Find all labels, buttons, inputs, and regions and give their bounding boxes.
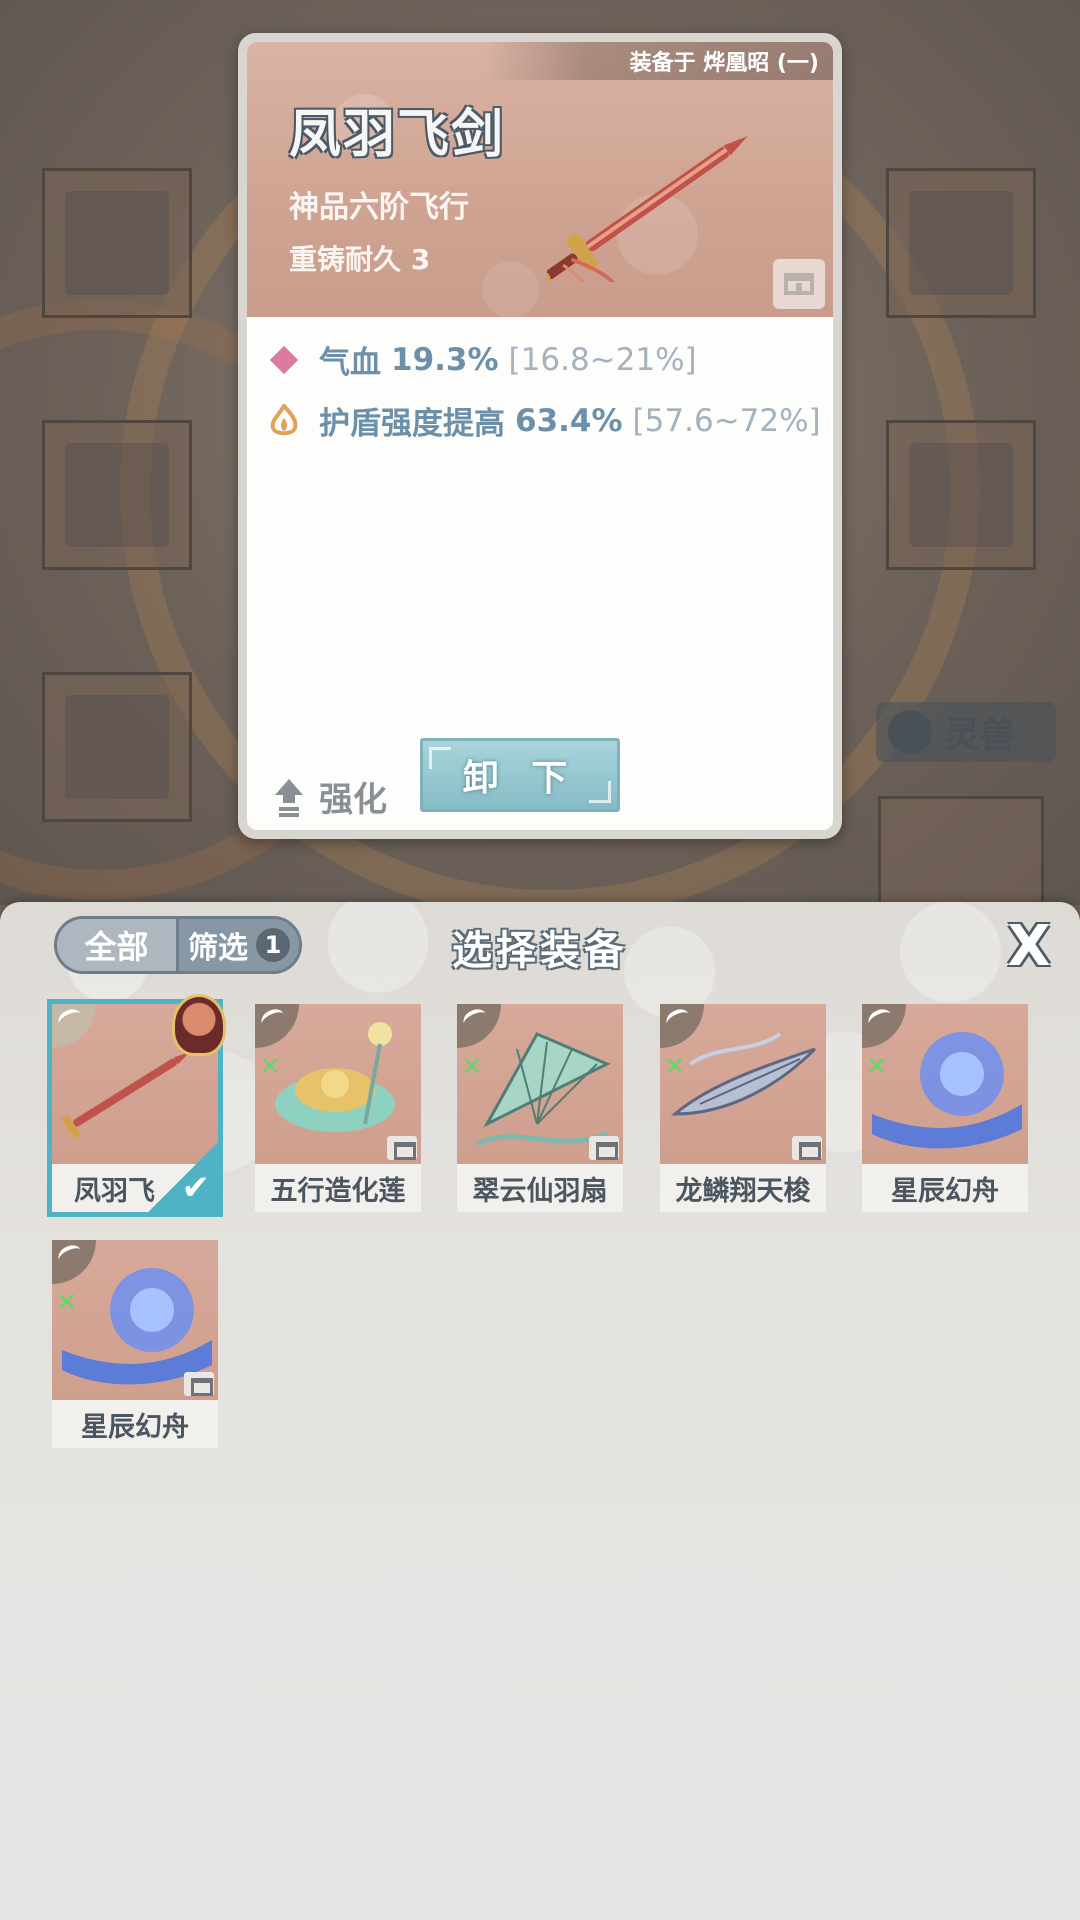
item-detail-popup: 装备于 烨凰昭 (一) 凤羽飞剑 神品六阶飞行 重铸耐久 3 气血 19.3% … (238, 33, 842, 839)
stat-label: 护盾强度提高 (319, 406, 505, 442)
equip-slot-treasure[interactable] (42, 672, 192, 822)
close-button[interactable]: X (1004, 919, 1054, 975)
stat-value: 19.3% (391, 341, 499, 378)
stat-range: [57.6~72%] (632, 402, 821, 439)
green-status-icon: ✕ (56, 1288, 78, 1318)
enhance-button[interactable]: 强化 (273, 772, 387, 821)
equipment-card[interactable]: ✕ 星辰幻舟 (862, 1004, 1028, 1212)
pet-tab-label: 灵兽 (943, 715, 1016, 756)
item-durability: 重铸耐久 3 (289, 243, 431, 276)
green-status-icon: ✕ (259, 1052, 281, 1082)
item-image: ✕ (457, 1004, 623, 1164)
select-equipment-panel: 全部 筛选 1 选择装备 X 凤羽飞 ✔ ✕ 五行造化莲 ✕ 翠云仙羽扇 ✕ 龙… (0, 902, 1080, 1920)
avatar (172, 994, 226, 1056)
item-grade: 神品六阶飞行 (289, 190, 469, 225)
check-icon: ✔ (181, 1168, 211, 1208)
enhance-label: 强化 (319, 780, 387, 820)
paw-icon (888, 710, 932, 754)
item-name: 星辰幻舟 (52, 1400, 218, 1448)
equipment-card[interactable]: ✕ 五行造化莲 (255, 1004, 421, 1212)
equip-slot-armor[interactable] (42, 420, 192, 570)
green-status-icon: ✕ (664, 1052, 686, 1082)
stat-value: 63.4% (515, 402, 623, 439)
diamond-icon (267, 343, 301, 377)
item-name: 龙鳞翔天梭 (660, 1164, 826, 1212)
equip-slot-accessory[interactable] (886, 168, 1036, 318)
item-name: 翠云仙羽扇 (457, 1164, 623, 1212)
item-image: ✕ (52, 1240, 218, 1400)
stat-row: 护盾强度提高 63.4% [57.6~72%] (267, 398, 821, 443)
lock-button[interactable] (773, 259, 825, 309)
lock-icon (184, 1372, 214, 1396)
equipment-card[interactable]: ✕ 星辰幻舟 (52, 1240, 218, 1448)
lock-icon (589, 1136, 619, 1160)
stat-row: 气血 19.3% [16.8~21%] (267, 337, 697, 382)
arrow-up-icon (275, 778, 303, 817)
equipment-card[interactable]: ✕ 翠云仙羽扇 (457, 1004, 623, 1212)
item-name: 五行造化莲 (255, 1164, 421, 1212)
item-title: 凤羽飞剑 (289, 105, 506, 165)
pet-tab[interactable]: 灵兽 (876, 702, 1056, 762)
item-detail-header: 装备于 烨凰昭 (一) 凤羽飞剑 神品六阶飞行 重铸耐久 3 (247, 42, 833, 317)
unequip-button[interactable]: 卸 下 (420, 738, 620, 812)
green-status-icon: ✕ (866, 1052, 888, 1082)
lock-icon (784, 273, 814, 295)
item-image: ✕ (660, 1004, 826, 1164)
lock-icon (792, 1136, 822, 1160)
item-image: ✕ (255, 1004, 421, 1164)
stat-label: 气血 (319, 345, 381, 381)
stat-range: [16.8~21%] (508, 341, 697, 378)
sword-illustration (547, 136, 748, 282)
equip-slot-weapon[interactable] (42, 168, 192, 318)
equip-slot-talisman[interactable] (886, 420, 1036, 570)
lock-icon (387, 1136, 417, 1160)
green-status-icon: ✕ (461, 1052, 483, 1082)
panel-title: 选择装备 (452, 928, 628, 974)
pet-slot[interactable] (878, 796, 1044, 905)
flame-icon (267, 403, 301, 438)
equipped-on-label: 装备于 烨凰昭 (一) (483, 42, 833, 80)
equipment-card[interactable]: ✕ 龙鳞翔天梭 (660, 1004, 826, 1212)
item-name: 星辰幻舟 (862, 1164, 1028, 1212)
item-image: ✕ (862, 1004, 1028, 1164)
unequip-label: 卸 下 (462, 758, 578, 799)
selected-marker: ✔ (148, 1142, 218, 1212)
equipment-card[interactable]: 凤羽飞 ✔ (47, 994, 226, 1217)
